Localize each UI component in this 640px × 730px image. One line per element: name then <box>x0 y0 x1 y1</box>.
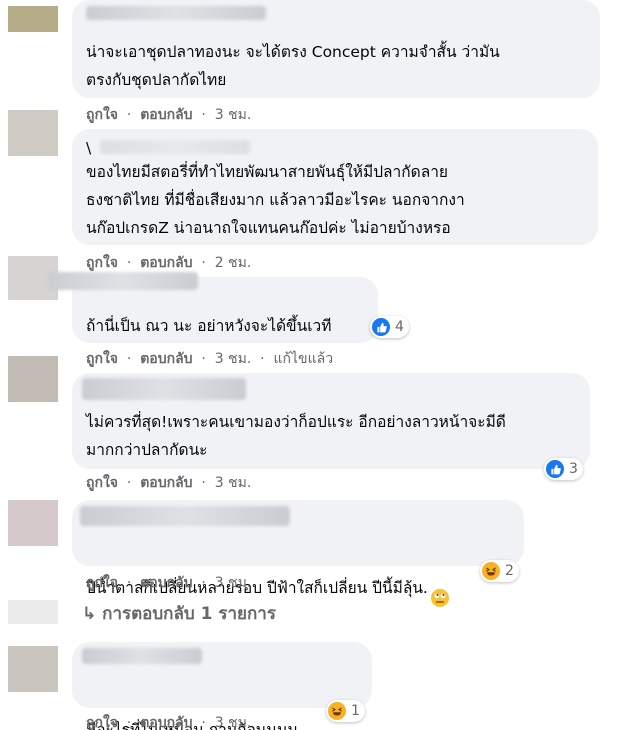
like-link[interactable]: ถูกใจ <box>86 104 118 126</box>
separator: · <box>126 575 132 591</box>
timestamp[interactable]: 2 ชม. <box>215 252 252 274</box>
separator: · <box>201 715 206 730</box>
reply-link[interactable]: ตอบกลับ <box>140 572 192 594</box>
timestamp[interactable]: 3 ชม. <box>215 348 252 370</box>
commenter-name[interactable] <box>48 272 198 290</box>
like-link[interactable]: ถูกใจ <box>86 252 118 274</box>
like-link[interactable]: ถูกใจ <box>86 572 118 594</box>
comment-text: น่าจะเอาชุดปลาทองนะ จะได้ตรง Concept ควา… <box>86 43 500 89</box>
reply-link[interactable]: ตอบกลับ <box>140 712 192 730</box>
rolling-eyes-emoji-icon <box>430 560 450 617</box>
comment-actions: ถูกใจ · ตอบกลับ · 3 ชม. <box>86 104 251 126</box>
comment-text: ถ้านี่เป็น ณว นะ อย่าหวังจะได้ขึ้นเวที <box>86 317 332 335</box>
timestamp[interactable]: 3 ชม. <box>215 472 252 494</box>
comment-actions: ถูกใจ · ตอบกลับ · 2 ชม. <box>86 252 251 274</box>
comment-text: ของไทยมีสตอรี่ที่ทำไทยพัฒนาสายพันธุ์ให้ม… <box>86 163 465 237</box>
avatar[interactable] <box>8 646 58 692</box>
reaction-summary[interactable]: 1 <box>326 700 365 722</box>
separator: · <box>201 475 206 491</box>
reply-link[interactable]: ตอบกลับ <box>140 348 192 370</box>
commenter-name[interactable] <box>86 6 266 20</box>
like-link[interactable]: ถูกใจ <box>86 348 118 370</box>
like-link[interactable]: ถูกใจ <box>86 472 118 494</box>
avatar[interactable] <box>8 6 58 32</box>
separator: · <box>126 255 132 271</box>
reaction-count: 1 <box>351 703 360 719</box>
separator: · <box>126 475 132 491</box>
separator: · <box>126 107 132 123</box>
commenter-name[interactable] <box>82 378 246 400</box>
comment-actions: ถูกใจ · ตอบกลับ · 3 ชม. · แก้ไขแล้ว <box>86 348 333 370</box>
avatar[interactable] <box>8 110 58 156</box>
timestamp[interactable]: 3 ชม. <box>215 572 252 594</box>
reaction-summary[interactable]: 4 <box>370 316 409 338</box>
reaction-summary[interactable]: 3 <box>544 458 583 480</box>
like-link[interactable]: ถูกใจ <box>86 712 118 730</box>
timestamp[interactable]: 3 ชม. <box>215 104 252 126</box>
view-replies-link[interactable]: ↳ การตอบกลับ 1 รายการ <box>82 600 276 627</box>
comment-text: ไม่ควรที่สุด!เพราะคนเขามองว่าก็อปแระ อีก… <box>86 413 506 459</box>
like-reaction-icon <box>546 460 564 478</box>
separator: · <box>260 351 265 367</box>
reaction-count: 3 <box>569 461 578 477</box>
reaction-count: 2 <box>505 563 514 579</box>
haha-reaction-icon <box>482 562 500 580</box>
timestamp[interactable]: 3 ชม. <box>215 712 252 730</box>
haha-reaction-icon <box>328 702 346 720</box>
avatar[interactable] <box>8 356 58 402</box>
separator: · <box>201 351 206 367</box>
smirk-emoji-icon <box>300 702 320 730</box>
separator: · <box>201 107 206 123</box>
reply-link[interactable]: ตอบกลับ <box>140 252 192 274</box>
reply-link[interactable]: ตอบกลับ <box>140 104 192 126</box>
separator: · <box>126 715 132 730</box>
avatar[interactable] <box>8 500 58 546</box>
avatar[interactable] <box>8 600 58 624</box>
reaction-count: 4 <box>395 319 404 335</box>
edited-label[interactable]: แก้ไขแล้ว <box>274 348 334 370</box>
separator: · <box>201 255 206 271</box>
comment-actions: ถูกใจ · ตอบกลับ · 3 ชม. <box>86 712 251 730</box>
commenter-name[interactable] <box>100 140 250 154</box>
reaction-summary[interactable]: 2 <box>480 560 519 582</box>
separator: · <box>126 351 132 367</box>
commenter-name[interactable] <box>82 648 202 664</box>
like-reaction-icon <box>372 318 390 336</box>
separator: · <box>201 575 206 591</box>
comment-actions: ถูกใจ · ตอบกลับ · 3 ชม. <box>86 572 251 594</box>
comment-actions: ถูกใจ · ตอบกลับ · 3 ชม. <box>86 472 251 494</box>
reply-link[interactable]: ตอบกลับ <box>140 472 192 494</box>
commenter-name[interactable] <box>80 506 290 526</box>
